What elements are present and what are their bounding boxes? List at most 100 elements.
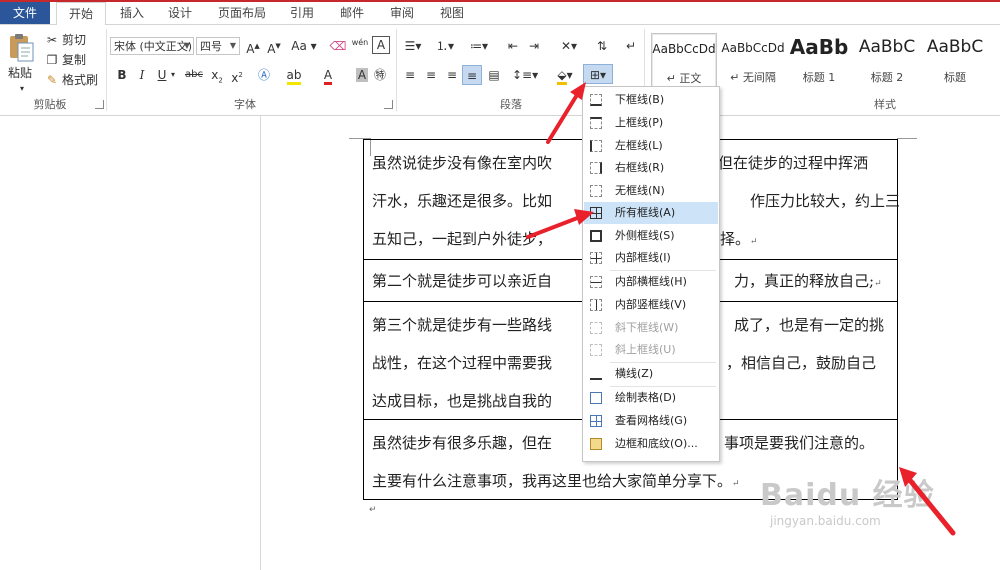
format-painter-button[interactable]: 格式刷 <box>62 70 98 90</box>
align-center-icon[interactable]: ≡ <box>421 65 441 85</box>
numbering-icon[interactable]: ⒈▾ <box>432 36 458 56</box>
tab-review[interactable]: 审阅 <box>382 3 422 24</box>
menu-item-no-border[interactable]: 无框线(N) <box>584 180 718 202</box>
tab-insert[interactable]: 插入 <box>112 3 152 24</box>
multilevel-list-icon[interactable]: ≔▾ <box>466 36 492 56</box>
gridlines-icon <box>590 415 602 427</box>
right-border-icon <box>590 162 602 174</box>
tab-file[interactable]: 文件 <box>0 2 50 24</box>
subscript-icon[interactable]: x2 <box>207 65 227 85</box>
group-separator <box>106 29 107 111</box>
table-text-tail: 主要有什么注意事项，我再这里也给大家简单分享下。 <box>372 472 733 490</box>
chevron-down-icon[interactable]: ▼ <box>227 38 239 54</box>
menu-item-top-border[interactable]: 上框线(P) <box>584 112 718 134</box>
top-border-icon <box>590 117 602 129</box>
align-right-icon[interactable]: ≡ <box>442 65 462 85</box>
draw-table-icon <box>590 392 602 404</box>
scissors-icon[interactable]: ✂ <box>42 30 62 50</box>
style-preview: AaBbC <box>858 37 916 57</box>
character-border-icon[interactable]: A <box>372 36 390 54</box>
font-color-icon[interactable]: A <box>318 65 338 85</box>
sort-icon[interactable]: ⇅ <box>592 36 612 56</box>
font-name-combo[interactable]: 宋体 (中文正文) ▼ <box>110 37 194 55</box>
menu-item-inside-vertical[interactable]: 内部竖框线(V) <box>584 294 718 316</box>
chevron-down-icon[interactable]: ▾ <box>168 65 178 85</box>
increase-indent-icon[interactable]: ⇥ <box>524 36 544 56</box>
bold-icon[interactable]: B <box>112 65 132 85</box>
menu-item-diagonal-down: 斜下框线(W) <box>584 317 718 339</box>
menu-item-outside-borders[interactable]: 外侧框线(S) <box>584 225 718 247</box>
enclose-characters-icon[interactable]: ㊕ <box>370 65 390 85</box>
tab-view[interactable]: 视图 <box>432 3 472 24</box>
table-text: 成了，也是有一定的挑 <box>734 316 885 334</box>
decrease-indent-icon[interactable]: ⇤ <box>503 36 523 56</box>
change-case-icon[interactable]: Aa ▾ <box>290 36 318 56</box>
font-size-value: 四号 <box>200 40 222 53</box>
format-painter-icon[interactable]: ✎ <box>42 70 62 90</box>
menu-item-view-gridlines[interactable]: 查看网格线(G) <box>584 410 718 432</box>
clipboard-group-label: 剪贴板 <box>33 98 67 111</box>
menu-item-horizontal-line[interactable]: 横线(Z) <box>584 363 718 385</box>
menu-item-left-border[interactable]: 左框线(L) <box>584 135 718 157</box>
left-border-icon <box>590 140 602 152</box>
tab-references[interactable]: 引用 <box>282 3 322 24</box>
menu-item-all-borders[interactable]: 所有框线(A) <box>584 202 718 224</box>
highlight-icon[interactable]: ab <box>284 65 304 85</box>
style-title[interactable]: AaBbC 标题 <box>922 33 988 91</box>
tab-layout[interactable]: 页面布局 <box>212 3 272 24</box>
style-heading-2[interactable]: AaBbC 标题 2 <box>854 33 920 91</box>
cut-button[interactable]: 剪切 <box>62 30 86 50</box>
strikethrough-icon[interactable]: abc <box>182 65 206 85</box>
no-border-icon <box>590 185 602 197</box>
italic-icon[interactable]: I <box>132 65 152 85</box>
horizontal-line-icon <box>590 368 602 380</box>
align-left-icon[interactable]: ≡ <box>400 65 420 85</box>
tab-home[interactable]: 开始 <box>56 2 106 26</box>
menu-item-draw-table[interactable]: 绘制表格(D) <box>584 387 718 409</box>
menu-item-label: 右框线(R) <box>615 161 665 174</box>
menu-item-inside-horizontal[interactable]: 内部横框线(H) <box>584 271 718 293</box>
distributed-icon[interactable]: ▤ <box>484 65 504 85</box>
text-effects-icon[interactable]: Ⓐ <box>254 65 274 85</box>
style-no-spacing[interactable]: AaBbCcDd ↵ 无间隔 <box>720 33 786 91</box>
shrink-font-icon[interactable]: A▼ <box>264 36 284 56</box>
menu-item-label: 横线(Z) <box>615 367 654 380</box>
paragraph-mark-icon: ↵ <box>369 505 377 515</box>
copy-button[interactable]: 复制 <box>62 50 86 70</box>
character-shading-icon[interactable]: A <box>352 65 372 85</box>
font-size-combo[interactable]: 四号 ▼ <box>196 37 240 55</box>
clipboard-launcher-icon[interactable] <box>95 100 104 109</box>
table-text: 事项是要我们注意的。 <box>724 434 875 452</box>
chinese-layout-icon[interactable]: ✕▾ <box>556 36 582 56</box>
menu-item-label: 所有框线(A) <box>615 206 676 219</box>
show-marks-icon[interactable]: ↵ <box>621 36 641 56</box>
style-normal[interactable]: AaBbCcDd ↵ 正文 <box>651 33 717 91</box>
chevron-down-icon[interactable]: ▼ <box>181 38 193 54</box>
clear-formatting-icon[interactable]: ⌫ <box>328 36 348 56</box>
style-heading-1[interactable]: AaBb 标题 1 <box>789 33 849 91</box>
grow-font-icon[interactable]: A▲ <box>243 36 263 56</box>
paste-icon[interactable] <box>6 33 36 63</box>
bullets-icon[interactable]: ☰▾ <box>400 36 426 56</box>
table-text-tail: 择。 <box>720 230 751 248</box>
tab-design[interactable]: 设计 <box>160 3 200 24</box>
group-separator <box>396 29 397 111</box>
menu-item-right-border[interactable]: 右框线(R) <box>584 157 718 179</box>
menu-item-inside-borders[interactable]: 内部框线(I) <box>584 247 718 269</box>
menu-item-label: 斜下框线(W) <box>615 321 679 334</box>
font-launcher-icon[interactable] <box>384 100 393 109</box>
menu-item-borders-shading[interactable]: 边框和底纹(O)... <box>584 433 718 455</box>
menu-item-bottom-border[interactable]: 下框线(B) <box>584 89 718 111</box>
inside-vertical-border-icon <box>590 299 602 311</box>
style-name: 标题 <box>944 71 966 84</box>
diagonal-down-border-icon <box>590 322 602 334</box>
line-spacing-icon[interactable]: ↕≡▾ <box>512 65 538 85</box>
style-preview: AaBbCcDd <box>721 41 785 55</box>
menu-item-label: 内部横框线(H) <box>615 275 687 288</box>
tab-mailings[interactable]: 邮件 <box>332 3 372 24</box>
justify-icon[interactable]: ≡ <box>462 65 482 85</box>
diagonal-up-border-icon <box>590 344 602 356</box>
phonetic-guide-icon[interactable]: wén <box>350 36 370 56</box>
copy-icon[interactable]: ❐ <box>42 50 62 70</box>
superscript-icon[interactable]: x2 <box>227 65 247 85</box>
